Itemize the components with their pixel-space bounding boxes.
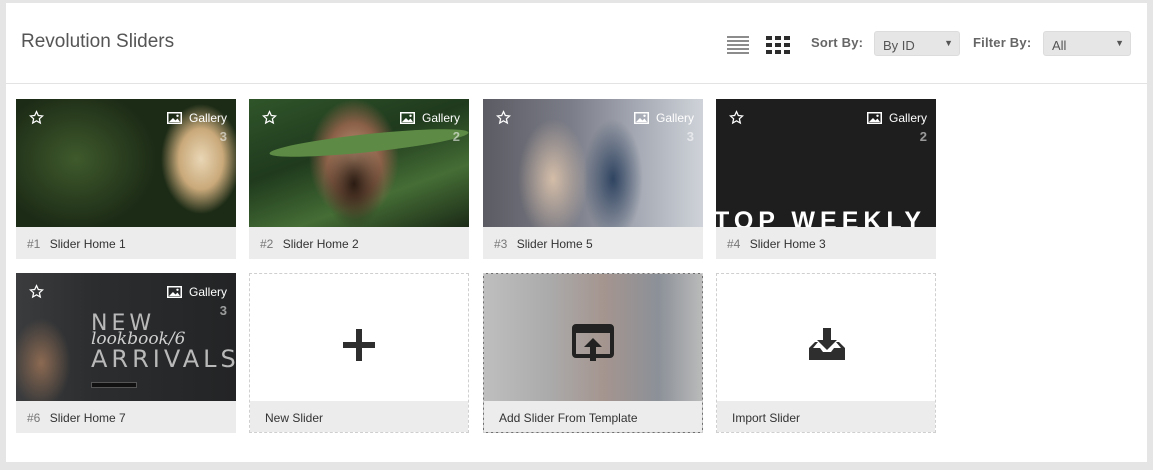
slider-caption: #3 Slider Home 5 (483, 227, 703, 259)
filter-by-select[interactable]: All ▼ (1043, 31, 1131, 56)
slider-thumbnail[interactable]: Gallery 3 (483, 99, 703, 227)
thumbnail-button (91, 382, 137, 388)
plus-icon (343, 329, 375, 361)
slide-count: 2 (919, 129, 927, 144)
gallery-badge: Gallery (166, 285, 227, 299)
slider-card-3[interactable]: Gallery 3 #3 Slider Home 5 (483, 99, 703, 259)
grid-view-icon[interactable] (766, 36, 790, 54)
star-icon[interactable] (729, 110, 744, 125)
star-icon[interactable] (262, 110, 277, 125)
slider-id: #3 (494, 237, 508, 251)
slider-thumbnail[interactable]: Gallery 3 (16, 99, 236, 227)
image-icon (166, 112, 182, 124)
slider-thumbnail[interactable]: Gallery 3 NEW lookbook/6 ARRIVALS (16, 273, 236, 401)
image-icon (633, 112, 649, 124)
gallery-badge: Gallery (399, 111, 460, 125)
thumbnail-headline-3: ARRIVALS (91, 345, 236, 373)
star-icon[interactable] (29, 284, 44, 299)
star-icon[interactable] (29, 110, 44, 125)
import-slider-label: Import Slider (717, 401, 935, 432)
slider-caption: #2 Slider Home 2 (249, 227, 469, 259)
import-slider-button[interactable]: Import Slider (716, 273, 936, 433)
slider-thumbnail[interactable]: Gallery 2 TOP WEEKLY (716, 99, 936, 227)
leaf-shape (268, 123, 469, 163)
slider-caption: #4 Slider Home 3 (716, 227, 936, 259)
slider-id: #6 (27, 411, 41, 425)
gallery-badge: Gallery (633, 111, 694, 125)
slider-card-4[interactable]: Gallery 2 TOP WEEKLY #4 Slider Home 3 (716, 99, 936, 259)
slider-thumbnail[interactable]: Gallery 2 (249, 99, 469, 227)
slide-count: 3 (219, 129, 227, 144)
slider-id: #1 (27, 237, 41, 251)
sliders-panel: Revolution Sliders Sort By: By ID ▼ Filt… (6, 3, 1147, 462)
slider-type: Gallery (188, 111, 227, 125)
slider-card-1[interactable]: Gallery 3 #1 Slider Home 1 (16, 99, 236, 259)
slider-card-6[interactable]: Gallery 3 NEW lookbook/6 ARRIVALS #6 Sli… (16, 273, 236, 433)
thumbnail-headline: TOP WEEKLY (716, 207, 927, 227)
add-slider-from-template-button[interactable]: Add Slider From Template (483, 273, 703, 433)
filter-by-label: Filter By: (973, 35, 1032, 50)
filter-by-value: All (1052, 38, 1067, 53)
slider-name[interactable]: Slider Home 7 (50, 411, 126, 425)
slider-name[interactable]: Slider Home 5 (517, 237, 593, 251)
new-slider-button[interactable]: New Slider (249, 273, 469, 433)
list-view-icon[interactable] (727, 35, 749, 54)
slider-type: Gallery (188, 285, 227, 299)
download-tray-icon (809, 328, 845, 360)
slider-type: Gallery (421, 111, 460, 125)
template-import-icon (572, 324, 614, 361)
page-title: Revolution Sliders (21, 31, 175, 52)
chevron-down-icon: ▼ (1115, 38, 1124, 48)
slide-count: 3 (686, 129, 694, 144)
header: Revolution Sliders Sort By: By ID ▼ Filt… (6, 3, 1147, 84)
slider-name[interactable]: Slider Home 2 (283, 237, 359, 251)
slider-caption: #6 Slider Home 7 (16, 401, 236, 433)
add-from-template-label: Add Slider From Template (484, 401, 702, 432)
slider-name[interactable]: Slider Home 3 (750, 237, 826, 251)
gallery-badge: Gallery (866, 111, 927, 125)
image-icon (166, 286, 182, 298)
sort-by-label: Sort By: (811, 35, 864, 50)
slide-count: 2 (452, 129, 460, 144)
gallery-badge: Gallery (166, 111, 227, 125)
slide-count: 3 (219, 303, 227, 318)
sort-by-select[interactable]: By ID ▼ (874, 31, 960, 56)
new-slider-label: New Slider (250, 401, 468, 432)
slider-id: #4 (727, 237, 741, 251)
slider-card-2[interactable]: Gallery 2 #2 Slider Home 2 (249, 99, 469, 259)
image-icon (866, 112, 882, 124)
slider-type: Gallery (655, 111, 694, 125)
slider-id: #2 (260, 237, 274, 251)
slider-type: Gallery (888, 111, 927, 125)
sort-by-value: By ID (883, 38, 915, 53)
chevron-down-icon: ▼ (944, 38, 953, 48)
slider-name[interactable]: Slider Home 1 (50, 237, 126, 251)
slider-caption: #1 Slider Home 1 (16, 227, 236, 259)
image-icon (399, 112, 415, 124)
star-icon[interactable] (496, 110, 511, 125)
